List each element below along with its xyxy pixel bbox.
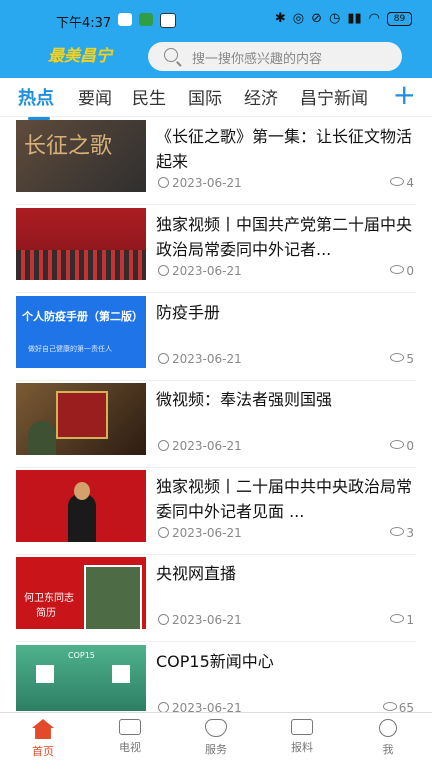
mute-icon: ⊘	[311, 11, 322, 26]
article-title: COP15新闻中心	[156, 652, 274, 671]
article-thumbnail: COP15	[16, 645, 146, 711]
status-time: 下午4:37	[56, 16, 112, 31]
article-title: 《长征之歌》第一集：让长征文物活起来	[156, 127, 413, 171]
article-thumbnail	[16, 470, 146, 542]
tv-icon	[119, 719, 141, 735]
article-date: 2023-06-21	[158, 264, 242, 278]
article-title: 微视频：奉法者强则国强	[156, 390, 333, 409]
article-title: 独家视频丨中国共产党第二十届中央政治局常委同中外记者...	[156, 215, 413, 259]
clock-icon	[158, 353, 169, 364]
article-views: 3	[390, 526, 414, 540]
clock-icon	[158, 527, 169, 538]
tab-international[interactable]: 国际	[188, 84, 222, 109]
user-icon	[379, 719, 397, 737]
article-thumbnail: 个人防疫手册（第二版） 做好自己健康的第一责任人	[16, 296, 146, 368]
article-date: 2023-06-21	[158, 613, 242, 627]
search-bar[interactable]: 搜一搜你感兴趣的内容	[148, 42, 402, 71]
article-item[interactable]: 长征之歌 《长征之歌》第一集：让长征文物活起来 2023-06-21 4	[0, 120, 432, 205]
article-views: 0	[390, 264, 414, 278]
app-logo[interactable]: 最美昌宁	[48, 42, 112, 70]
eye-icon	[390, 353, 405, 362]
nav-tv[interactable]: 电视	[90, 719, 170, 755]
app-header: 下午4:37 ✱ ◎ ⊘ ◷ ▮▮ ◠ 89 最美昌宁 搜一搜你感兴趣的内容	[0, 0, 432, 78]
tab-hot[interactable]: 热点	[18, 84, 54, 120]
article-item[interactable]: 独家视频丨二十届中共中央政治局常委同中外记者见面 ... 2023-06-21 …	[0, 470, 432, 555]
article-item[interactable]: 个人防疫手册（第二版） 做好自己健康的第一责任人 防疫手册 2023-06-21…	[0, 296, 432, 381]
clock-icon	[158, 265, 169, 276]
message-icon	[160, 13, 176, 28]
article-views: 5	[390, 352, 414, 366]
bluetooth-icon: ✱	[274, 11, 286, 26]
article-views: 4	[390, 176, 414, 190]
eye-icon	[390, 265, 405, 274]
article-item[interactable]: 何卫东同志 简历 央视网直播 2023-06-21 1	[0, 557, 432, 642]
clock-icon	[158, 177, 169, 188]
category-tabs: 热点 要闻 民生 国际 经济 昌宁新闻 +	[0, 78, 432, 120]
home-icon	[32, 719, 54, 739]
eye-icon	[382, 702, 397, 711]
service-heart-icon	[205, 719, 227, 737]
article-item[interactable]: 独家视频丨中国共产党第二十届中央政治局常委同中外记者... 2023-06-21…	[0, 208, 432, 293]
article-date: 2023-06-21	[158, 352, 242, 366]
article-thumbnail: 长征之歌	[16, 120, 146, 192]
alarm-icon: ◷	[329, 11, 341, 26]
article-thumbnail	[16, 383, 146, 455]
eye-icon	[390, 614, 405, 623]
app-notification-icon	[139, 13, 153, 26]
article-title: 防疫手册	[156, 303, 221, 322]
article-date: 2023-06-21	[158, 176, 242, 190]
nav-report[interactable]: 报料	[262, 719, 342, 755]
tab-livelihood[interactable]: 民生	[132, 84, 166, 109]
article-date: 2023-06-21	[158, 439, 242, 453]
article-views: 1	[390, 613, 414, 627]
wifi-icon: ◠	[368, 11, 380, 26]
search-placeholder: 搜一搜你感兴趣的内容	[192, 52, 323, 67]
tab-changning-news[interactable]: 昌宁新闻	[300, 84, 382, 109]
article-title: 央视网直播	[156, 564, 237, 583]
eye-icon	[390, 440, 405, 449]
article-views: 0	[390, 439, 414, 453]
signal-icon: ▮▮	[347, 11, 362, 26]
add-channel-icon[interactable]: +	[393, 78, 416, 111]
clock-icon	[158, 440, 169, 451]
search-icon	[164, 48, 178, 62]
eye-icon	[390, 527, 405, 536]
message-icon	[291, 719, 313, 735]
nav-service[interactable]: 服务	[176, 719, 256, 757]
nav-home[interactable]: 首页	[3, 719, 83, 759]
status-bar: 下午4:37 ✱ ◎ ⊘ ◷ ▮▮ ◠ 89	[0, 0, 432, 42]
eye-icon	[390, 177, 405, 186]
nfc-icon: ◎	[292, 11, 305, 26]
tab-economy[interactable]: 经济	[244, 84, 278, 109]
article-thumbnail: 何卫东同志 简历	[16, 557, 146, 629]
tab-news[interactable]: 要闻	[78, 84, 112, 109]
bottom-navigation: 首页 电视 服务 报料 我	[0, 712, 432, 769]
article-item[interactable]: 微视频：奉法者强则国强 2023-06-21 0	[0, 383, 432, 468]
article-date: 2023-06-21	[158, 526, 242, 540]
article-thumbnail	[16, 208, 146, 280]
article-title: 独家视频丨二十届中共中央政治局常委同中外记者见面 ...	[156, 477, 413, 521]
battery-icon: 89	[387, 11, 412, 26]
nav-me[interactable]: 我	[348, 719, 428, 757]
clock-icon	[158, 614, 169, 625]
notification-icon	[118, 13, 132, 26]
